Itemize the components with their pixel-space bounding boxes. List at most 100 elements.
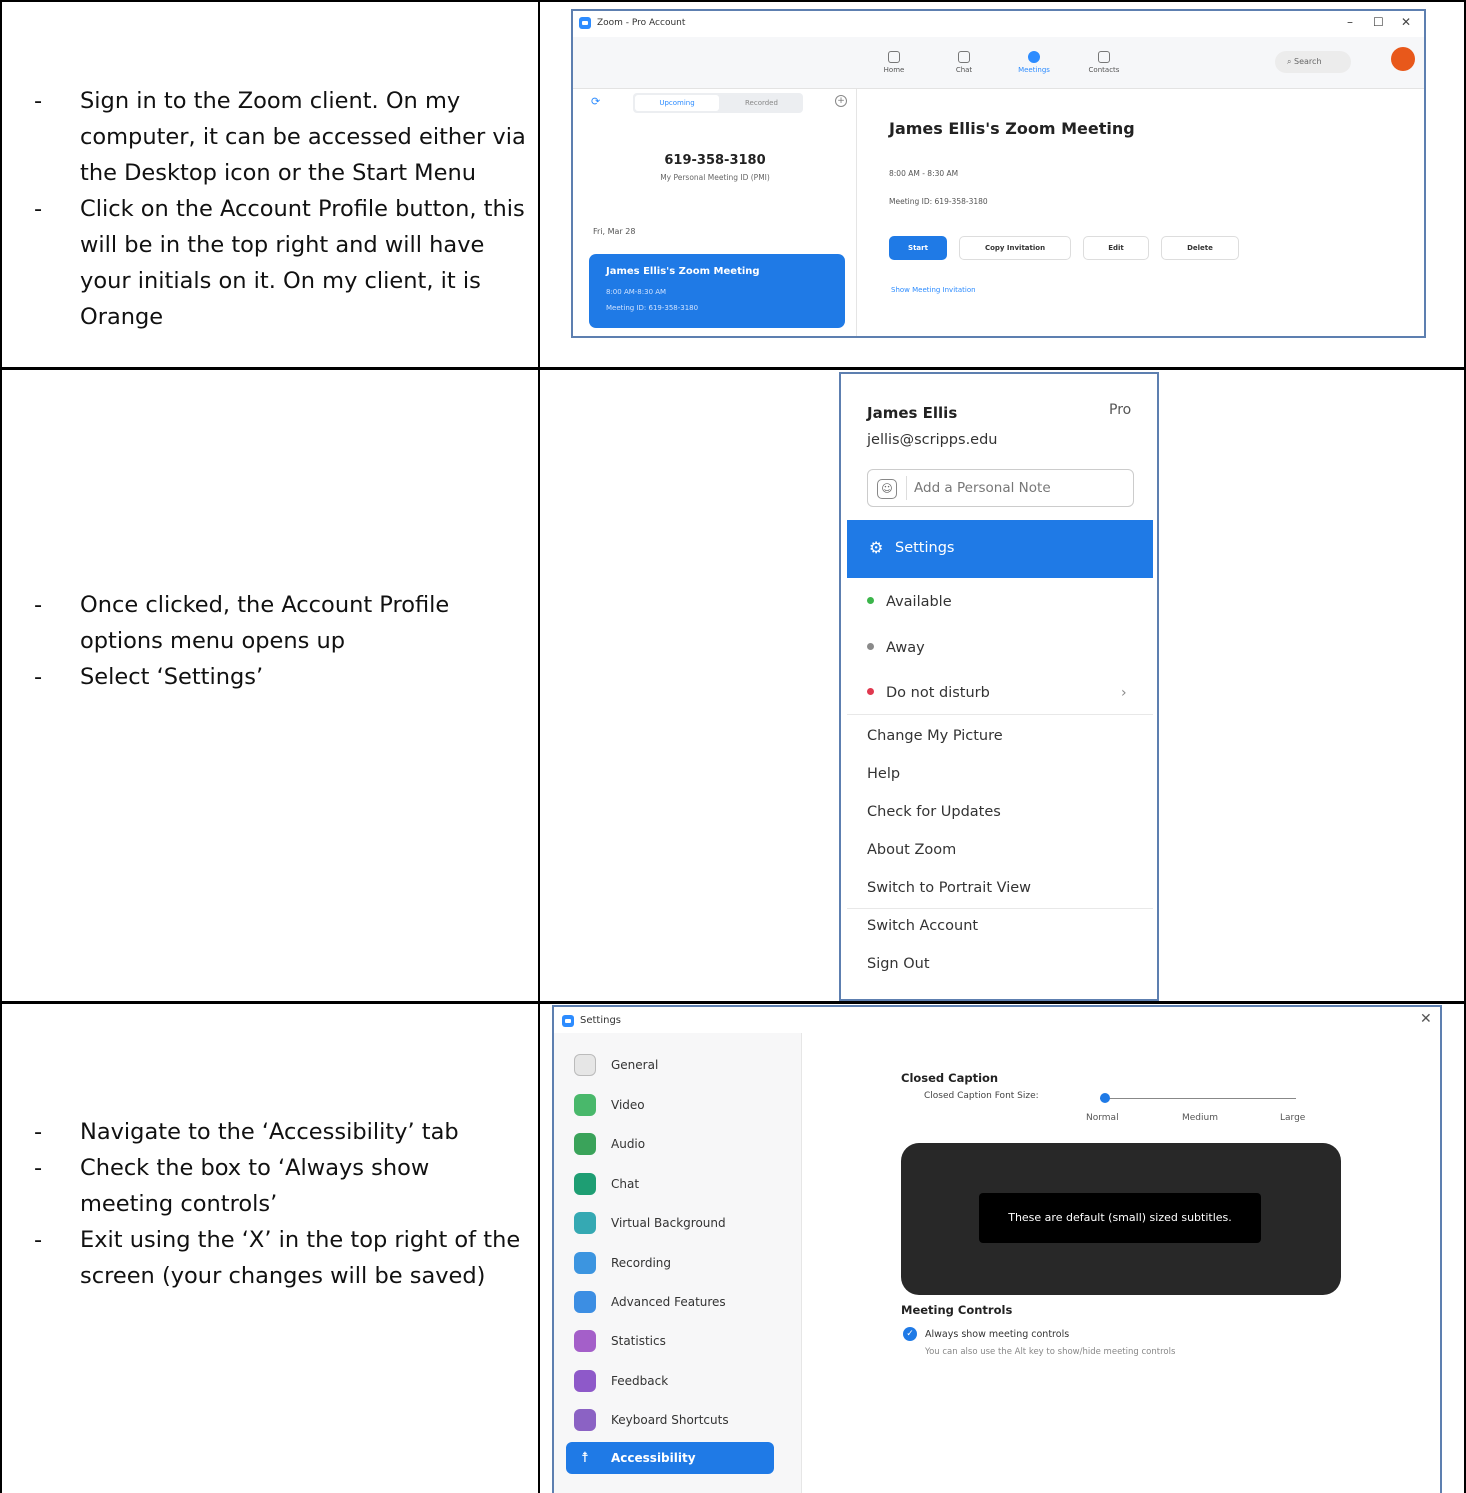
meeting-card[interactable]: James Ellis's Zoom Meeting 8:00 AM-8:30 … — [589, 254, 845, 328]
delete-button[interactable]: Delete — [1161, 236, 1239, 260]
table-border-left — [0, 0, 2, 1493]
note-separator — [906, 476, 907, 500]
plan-badge: Pro — [1109, 402, 1132, 418]
chat-icon — [958, 51, 970, 63]
sidebar-item-label: Keyboard Shortcuts — [611, 1413, 729, 1427]
edit-button[interactable]: Edit — [1083, 236, 1149, 260]
sidebar-item-video[interactable]: Video — [566, 1089, 774, 1121]
sidebar-item-label: Accessibility — [611, 1451, 696, 1465]
menu-item-portrait-view[interactable]: Switch to Portrait View — [867, 880, 1031, 896]
search-placeholder: Search — [1294, 57, 1322, 66]
search-input[interactable]: ⌕ Search — [1275, 51, 1351, 73]
home-icon — [888, 51, 900, 63]
sidebar-item-virtual-background[interactable]: Virtual Background — [566, 1207, 774, 1239]
meeting-card-id: Meeting ID: 619-358-3180 — [606, 304, 699, 312]
accessibility-icon: ☨ — [581, 1450, 589, 1466]
settings-titlebar: Settings ✕ — [554, 1007, 1440, 1033]
sidebar-item-recording[interactable]: Recording — [566, 1247, 774, 1279]
meeting-card-time: 8:00 AM-8:30 AM — [606, 288, 667, 296]
menu-item-about-zoom[interactable]: About Zoom — [867, 842, 956, 858]
zoom-titlebar: Zoom - Pro Account – ☐ ✕ — [573, 11, 1424, 37]
general-icon — [574, 1054, 596, 1076]
font-size-normal: Normal — [1086, 1113, 1119, 1123]
sidebar-item-label: Video — [611, 1098, 645, 1112]
copy-invitation-button[interactable]: Copy Invitation — [959, 236, 1071, 260]
sidebar-item-advanced-features[interactable]: Advanced Features — [566, 1286, 774, 1318]
instruction-item: Exit using the ‘X’ in the top right of t… — [28, 1222, 528, 1294]
settings-window-screenshot: Settings ✕ General Video Audio Chat Virt… — [552, 1005, 1442, 1493]
account-profile-avatar[interactable] — [1391, 47, 1415, 71]
pmi-number: 619-358-3180 — [664, 153, 766, 168]
menu-item-switch-account[interactable]: Switch Account — [867, 918, 978, 934]
sidebar-item-chat[interactable]: Chat — [566, 1168, 774, 1200]
sidebar-item-keyboard-shortcuts[interactable]: Keyboard Shortcuts — [566, 1404, 774, 1436]
settings-menu-item[interactable]: ⚙ Settings — [847, 520, 1153, 578]
font-size-label: Closed Caption Font Size: — [924, 1091, 1039, 1101]
video-icon — [574, 1094, 596, 1116]
close-icon[interactable]: ✕ — [1401, 15, 1411, 29]
menu-item-check-updates[interactable]: Check for Updates — [867, 804, 1001, 820]
zoom-client-screenshot: Zoom - Pro Account – ☐ ✕ Home Chat Meeti… — [571, 9, 1426, 338]
gear-icon: ⚙ — [869, 538, 884, 557]
clock-icon — [1028, 51, 1040, 63]
maximize-icon[interactable]: ☐ — [1373, 15, 1384, 29]
caption-preview-text: These are default (small) sized subtitle… — [979, 1193, 1261, 1243]
contacts-icon — [1098, 51, 1110, 63]
status-available[interactable]: Available — [867, 594, 952, 610]
profile-name: James Ellis — [867, 404, 958, 422]
window-title: Zoom - Pro Account — [597, 18, 686, 28]
font-size-slider-handle[interactable] — [1100, 1093, 1110, 1103]
sidebar-item-label: Statistics — [611, 1334, 666, 1348]
menu-item-sign-out[interactable]: Sign Out — [867, 956, 930, 972]
sidebar-item-accessibility[interactable]: ☨ Accessibility — [566, 1442, 774, 1474]
close-icon[interactable]: ✕ — [1420, 1011, 1432, 1027]
tab-home[interactable]: Home — [869, 51, 919, 74]
caption-preview: These are default (small) sized subtitle… — [901, 1143, 1341, 1295]
personal-note-input[interactable]: ☺ Add a Personal Note — [867, 469, 1134, 507]
zoom-top-nav: Home Chat Meetings Contacts ⌕ Search — [573, 37, 1424, 89]
tab-contacts[interactable]: Contacts — [1079, 51, 1129, 74]
sidebar-item-label: General — [611, 1058, 659, 1072]
meetings-segmented-control: Upcoming Recorded — [633, 93, 803, 113]
start-button[interactable]: Start — [889, 236, 947, 260]
tab-label: Contacts — [1088, 66, 1120, 74]
segment-upcoming[interactable]: Upcoming — [635, 95, 719, 111]
status-label: Do not disturb — [886, 685, 990, 701]
segment-recorded[interactable]: Recorded — [745, 99, 778, 107]
meeting-id: Meeting ID: 619-358-3180 — [889, 197, 988, 206]
table-border-top — [0, 0, 1466, 2]
status-label: Away — [886, 640, 925, 656]
note-placeholder: Add a Personal Note — [914, 480, 1051, 496]
show-invitation-link[interactable]: Show Meeting Invitation — [891, 286, 976, 294]
sidebar-item-label: Chat — [611, 1177, 640, 1191]
settings-sidebar: General Video Audio Chat Virtual Backgro… — [554, 1033, 802, 1493]
instruction-item: Once clicked, the Account Profile option… — [28, 587, 528, 659]
tab-label: Home — [883, 66, 905, 74]
meetings-sidebar: ⟳ Upcoming Recorded + 619-358-3180 My Pe… — [573, 89, 857, 336]
always-show-controls-label[interactable]: Always show meeting controls — [925, 1329, 1069, 1340]
menu-item-help[interactable]: Help — [867, 766, 900, 782]
sidebar-item-label: Audio — [611, 1137, 646, 1151]
font-size-slider[interactable] — [1100, 1098, 1296, 1099]
add-meeting-icon[interactable]: + — [835, 95, 847, 107]
instruction-item: Click on the Account Profile button, thi… — [28, 191, 528, 335]
sidebar-item-statistics[interactable]: Statistics — [566, 1325, 774, 1357]
virtual-background-icon — [574, 1212, 596, 1234]
sidebar-item-audio[interactable]: Audio — [566, 1128, 774, 1160]
dnd-dot-icon — [867, 687, 874, 695]
sidebar-item-general[interactable]: General — [566, 1049, 774, 1081]
sidebar-item-label: Virtual Background — [611, 1216, 726, 1230]
menu-item-change-picture[interactable]: Change My Picture — [867, 728, 1003, 744]
tab-chat[interactable]: Chat — [939, 51, 989, 74]
pmi-label: My Personal Meeting ID (PMI) — [660, 173, 770, 182]
status-away[interactable]: Away — [867, 640, 925, 656]
refresh-icon[interactable]: ⟳ — [591, 95, 600, 108]
minimize-icon[interactable]: – — [1347, 15, 1353, 29]
tab-meetings[interactable]: Meetings — [1009, 51, 1059, 74]
statistics-icon — [574, 1330, 596, 1352]
always-show-controls-checkbox[interactable]: ✓ — [903, 1327, 917, 1341]
sidebar-item-feedback[interactable]: Feedback — [566, 1365, 774, 1397]
step-3-instructions: Navigate to the ‘Accessibility’ tab Chec… — [28, 1114, 528, 1294]
meeting-controls-heading: Meeting Controls — [901, 1303, 1013, 1317]
status-do-not-disturb[interactable]: Do not disturb — [867, 685, 990, 701]
